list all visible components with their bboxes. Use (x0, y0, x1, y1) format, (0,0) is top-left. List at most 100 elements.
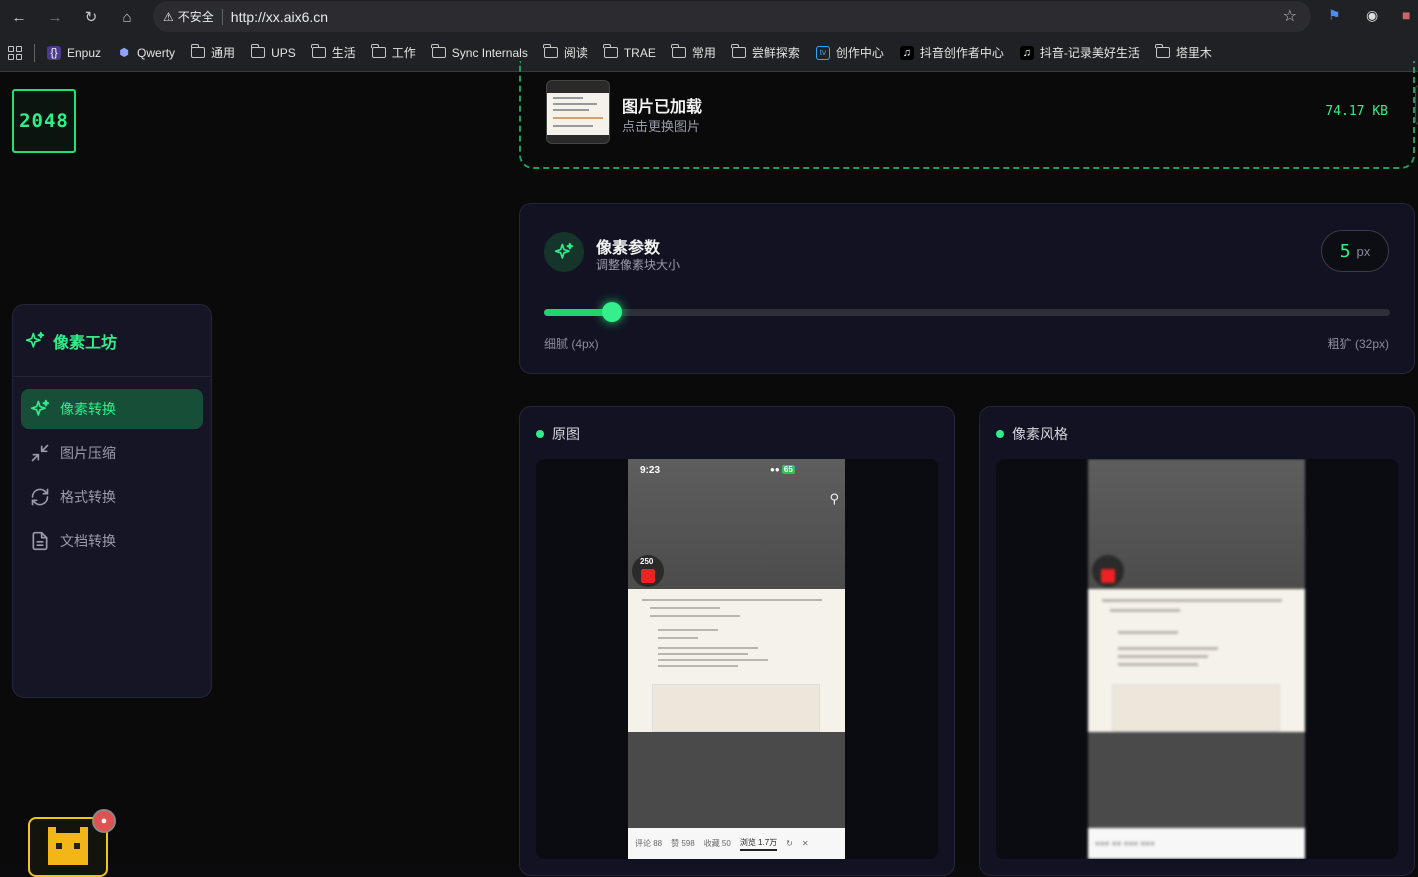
comments-count: 评论 88 (635, 839, 663, 848)
sparkles-icon (30, 399, 50, 416)
bookmark-folder-tongyong[interactable]: 通用 (190, 44, 236, 61)
tiktok-icon: ♫ (899, 45, 914, 60)
doc-line (1102, 599, 1282, 602)
sidebar-item-label: 像素转换 (60, 401, 116, 417)
bookmark-enpuz[interactable]: {} Enpuz (47, 45, 101, 60)
slider-handle[interactable] (602, 302, 623, 322)
sidebar-menu: 像素转换 图片压缩 格式转换 文档转换 (13, 377, 211, 577)
braces-icon: {} (47, 45, 61, 60)
bookmark-folder-trae[interactable]: TRAE (603, 44, 656, 60)
pixel-size-value: 5 px (1321, 230, 1389, 272)
thumbnail-line (553, 97, 583, 99)
share-icon: ↻ (786, 839, 793, 848)
bookmark-folder-shenghuo[interactable]: 生活 (311, 44, 356, 61)
forward-icon[interactable]: → (44, 6, 66, 28)
home-icon[interactable]: ⌂ (116, 6, 138, 28)
mascot-widget[interactable]: ● (28, 809, 116, 877)
sparkles-icon (554, 242, 574, 259)
close-icon: ✕ (801, 839, 809, 848)
folder-icon (1155, 44, 1170, 58)
back-icon[interactable]: ← (8, 6, 30, 28)
upload-dropzone[interactable]: 图片已加载 点击更换图片 74.17 KB (519, 61, 1418, 169)
bookmark-folder-ups[interactable]: UPS (250, 44, 296, 60)
bookmark-folder-yuedu[interactable]: 阅读 (543, 44, 588, 61)
notification-badge-icon[interactable]: ● (92, 809, 116, 833)
sidebar-item-document[interactable]: 文档转换 (21, 521, 203, 561)
tiktok-icon: ♫ (1019, 45, 1034, 60)
profile-icon[interactable]: ◉ (1366, 7, 1378, 24)
doc-line (642, 599, 822, 601)
sidebar-item-compress[interactable]: 图片压缩 (21, 433, 203, 473)
bookmark-label: 常用 (691, 46, 716, 60)
folder-icon (250, 44, 266, 58)
red-envelope (641, 569, 655, 583)
phone-bottom (1088, 732, 1305, 828)
doc-box (652, 684, 820, 732)
security-indicator[interactable]: ⚠ 不安全 (163, 8, 214, 25)
slider-max-label: 粗犷 (32px) (1327, 337, 1389, 351)
security-label: 不安全 (177, 10, 214, 24)
sidebar-item-pixel-convert[interactable]: 像素转换 (21, 389, 203, 429)
warning-icon: ⚠ (163, 9, 174, 24)
doc-box (1112, 684, 1280, 732)
phone-battery: 65 (781, 465, 795, 474)
status-dot (996, 430, 1004, 438)
extension-icon[interactable]: ■ (1402, 7, 1410, 23)
folder-icon (371, 44, 386, 58)
bookmark-label: 尝鲜探索 (751, 46, 800, 60)
pixelated-image: ■■■ ■■ ■■■ ■■■ (1088, 459, 1305, 859)
pixel-label: 像素风格 (1012, 426, 1068, 442)
bookmark-folder-changyong[interactable]: 常用 (671, 44, 716, 61)
bookmark-folder-sync-internals[interactable]: Sync Internals (431, 44, 528, 60)
bookmarks-divider (34, 43, 35, 62)
extensions-icon[interactable]: ⚑ (1328, 7, 1341, 24)
thumbnail-line (553, 103, 597, 105)
folder-icon (431, 44, 446, 58)
bookmark-douyin[interactable]: ♫ 抖音-记录美好生活 (1019, 44, 1140, 61)
original-preview-card: 原图 9:23 ●● 65 ⚲ 250 评论 88 赞 598 收藏 50 浏览… (519, 406, 955, 876)
doc-line (658, 653, 748, 655)
doc-line (658, 647, 758, 649)
doc-line (1118, 663, 1198, 666)
doc-line (658, 637, 698, 639)
bookmark-label: 抖音-记录美好生活 (1039, 46, 1140, 60)
original-image-stage: 9:23 ●● 65 ⚲ 250 评论 88 赞 598 收藏 50 浏览 1.… (536, 459, 938, 859)
bookmark-folder-gongzuo[interactable]: 工作 (371, 44, 416, 61)
favorites-count: 收藏 50 (703, 839, 731, 848)
logo-2048[interactable]: 2048 (12, 89, 76, 153)
thumbnail-line (553, 117, 603, 119)
upload-title: 图片已加载 (622, 99, 703, 116)
bookmark-label: 通用 (211, 46, 236, 60)
sparkles-icon (25, 331, 45, 348)
bookmark-label: 生活 (331, 46, 356, 60)
apps-grid-icon[interactable] (8, 45, 22, 60)
url-text[interactable]: http://xx.aix6.cn (231, 9, 328, 25)
bookmark-folder-talimu[interactable]: 塔里木 (1155, 44, 1212, 61)
thumbnail-line (553, 125, 593, 127)
mascot-eye (74, 843, 80, 849)
address-bar[interactable]: ⚠ 不安全 http://xx.aix6.cn ☆ (153, 1, 1311, 32)
uploaded-thumbnail[interactable] (546, 80, 610, 144)
pixel-size-slider[interactable] (544, 302, 1390, 322)
bookmark-folder-changxian[interactable]: 尝鲜探索 (731, 44, 800, 61)
original-header: 原图 (536, 424, 580, 444)
doc-line (650, 615, 740, 617)
views-count: 浏览 1.7万 (739, 837, 778, 851)
bookmark-chuangzuo[interactable]: tv 创作中心 (815, 44, 884, 61)
bookmark-label: TRAE (623, 45, 656, 60)
phone-action-bar: 评论 88 赞 598 收藏 50 浏览 1.7万 ↻ ✕ (628, 828, 845, 859)
upload-subtitle[interactable]: 点击更换图片 (622, 116, 700, 135)
phone-signal: ●● 65 (770, 465, 795, 474)
phone-document (1088, 589, 1305, 732)
phone-bottom (628, 732, 845, 828)
folder-icon (190, 44, 206, 58)
bookmark-douyin-creator[interactable]: ♫ 抖音创作者中心 (899, 44, 1004, 61)
bookmark-label: Sync Internals (451, 45, 528, 60)
sidebar-brand: 像素工坊 (13, 305, 211, 377)
sidebar-item-format[interactable]: 格式转换 (21, 477, 203, 517)
star-icon[interactable]: ☆ (1283, 6, 1297, 26)
slider-min-label: 细腻 (4px) (544, 337, 599, 351)
reload-icon[interactable]: ↻ (80, 6, 102, 28)
bookmark-qwerty[interactable]: ⬢ Qwerty (117, 46, 175, 60)
bookmark-label: 创作中心 (835, 46, 884, 60)
